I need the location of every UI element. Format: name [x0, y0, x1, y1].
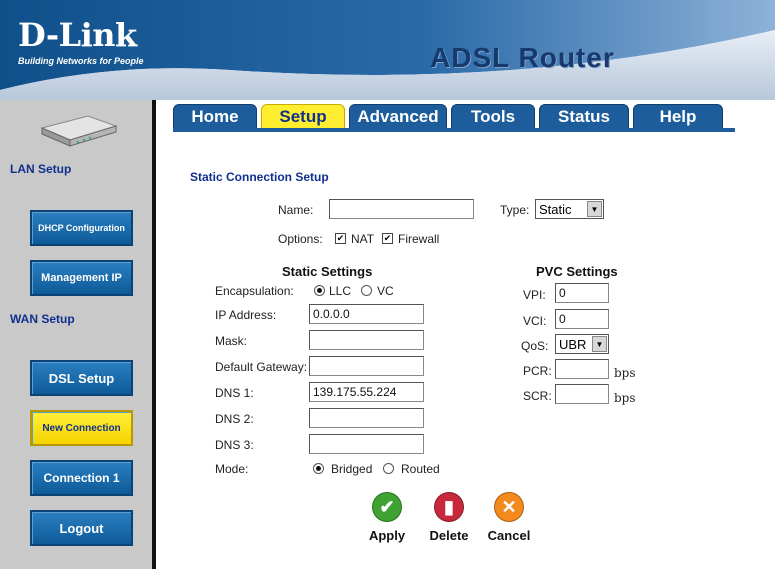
checkmark-icon: ✔ [372, 492, 402, 522]
dns3-input[interactable] [309, 434, 424, 454]
nat-label: NAT [351, 232, 375, 246]
pcr-input[interactable] [555, 359, 609, 379]
llc-radio[interactable] [314, 285, 325, 296]
pvc-settings-title: PVC Settings [536, 264, 618, 279]
sidebar-divider [152, 100, 156, 569]
connection-1-button[interactable]: Connection 1 [30, 460, 133, 496]
nav-tabs: Home Setup Advanced Tools Status Help [173, 104, 735, 130]
name-input[interactable] [329, 199, 474, 219]
llc-label: LLC [329, 284, 352, 298]
management-ip-button[interactable]: Management IP [30, 260, 133, 296]
logo-text: D-Link [18, 16, 137, 54]
tab-status[interactable]: Status [539, 104, 629, 130]
pcr-unit: bps [614, 366, 636, 380]
scr-label: SCR: [523, 389, 552, 403]
product-title: ADSL Router [430, 42, 615, 73]
encapsulation-label: Encapsulation: [215, 284, 294, 298]
dns2-label: DNS 2: [215, 412, 254, 426]
vc-radio[interactable] [361, 285, 372, 296]
type-select-value: Static [539, 201, 572, 217]
static-settings-title: Static Settings [282, 264, 373, 279]
tab-setup[interactable]: Setup [261, 104, 345, 130]
vci-label: VCI: [523, 314, 547, 328]
routed-label: Routed [401, 462, 440, 476]
logout-button[interactable]: Logout [30, 510, 133, 546]
ip-address-label: IP Address: [215, 308, 277, 322]
name-label: Name: [278, 203, 314, 217]
vci-input[interactable] [555, 309, 609, 329]
mask-input[interactable] [309, 330, 424, 350]
chevron-down-icon: ▼ [587, 201, 602, 217]
trash-icon: ▮ [434, 492, 464, 522]
vpi-input[interactable] [555, 283, 609, 303]
lan-setup-heading: LAN Setup [10, 162, 72, 176]
options-label: Options: [278, 232, 323, 246]
dns3-label: DNS 3: [215, 438, 254, 452]
firewall-label: Firewall [398, 232, 440, 246]
apply-label: Apply [368, 528, 406, 543]
dns1-input[interactable] [309, 382, 424, 402]
new-connection-button[interactable]: New Connection [30, 410, 133, 446]
tab-advanced[interactable]: Advanced [349, 104, 447, 130]
default-gateway-label: Default Gateway: [215, 360, 308, 374]
tab-tools[interactable]: Tools [451, 104, 535, 130]
scr-unit: bps [614, 391, 636, 405]
type-label: Type: [500, 203, 530, 217]
dlink-logo: D-Link Building Networks for People [8, 8, 158, 68]
qos-select-value: UBR [559, 336, 587, 352]
type-select[interactable]: Static ▼ [535, 199, 604, 219]
dhcp-configuration-button[interactable]: DHCP Configuration [30, 210, 133, 246]
dsl-setup-button[interactable]: DSL Setup [30, 360, 133, 396]
pcr-label: PCR: [523, 364, 552, 378]
close-icon: ✕ [494, 492, 524, 522]
router-icon [40, 115, 118, 147]
mode-label: Mode: [215, 462, 249, 476]
tab-home[interactable]: Home [173, 104, 257, 130]
dns1-label: DNS 1: [215, 386, 254, 400]
cancel-button[interactable]: ✕ Cancel [474, 492, 544, 543]
header-banner: D-Link Building Networks for People ADSL… [0, 0, 775, 100]
firewall-checkbox[interactable]: ✔ [382, 233, 393, 244]
logo-tagline: Building Networks for People [18, 56, 144, 66]
tab-underline [173, 128, 735, 132]
apply-button[interactable]: ✔ Apply [352, 492, 422, 543]
vc-label: VC [377, 284, 394, 298]
cancel-label: Cancel [487, 528, 531, 543]
scr-input[interactable] [555, 384, 609, 404]
qos-select[interactable]: UBR ▼ [555, 334, 609, 354]
bridged-radio[interactable] [313, 463, 324, 474]
tab-help[interactable]: Help [633, 104, 723, 130]
routed-radio[interactable] [383, 463, 394, 474]
bridged-label: Bridged [331, 462, 373, 476]
sidebar: LAN Setup DHCP Configuration Management … [0, 100, 155, 569]
nat-checkbox[interactable]: ✔ [335, 233, 346, 244]
wan-setup-heading: WAN Setup [10, 312, 75, 326]
vpi-label: VPI: [523, 288, 546, 302]
mask-label: Mask: [215, 334, 248, 348]
dns2-input[interactable] [309, 408, 424, 428]
chevron-down-icon: ▼ [592, 336, 607, 352]
ip-address-input[interactable] [309, 304, 424, 324]
default-gateway-input[interactable] [309, 356, 424, 376]
qos-label: QoS: [521, 339, 549, 353]
page-title: Static Connection Setup [190, 170, 329, 184]
